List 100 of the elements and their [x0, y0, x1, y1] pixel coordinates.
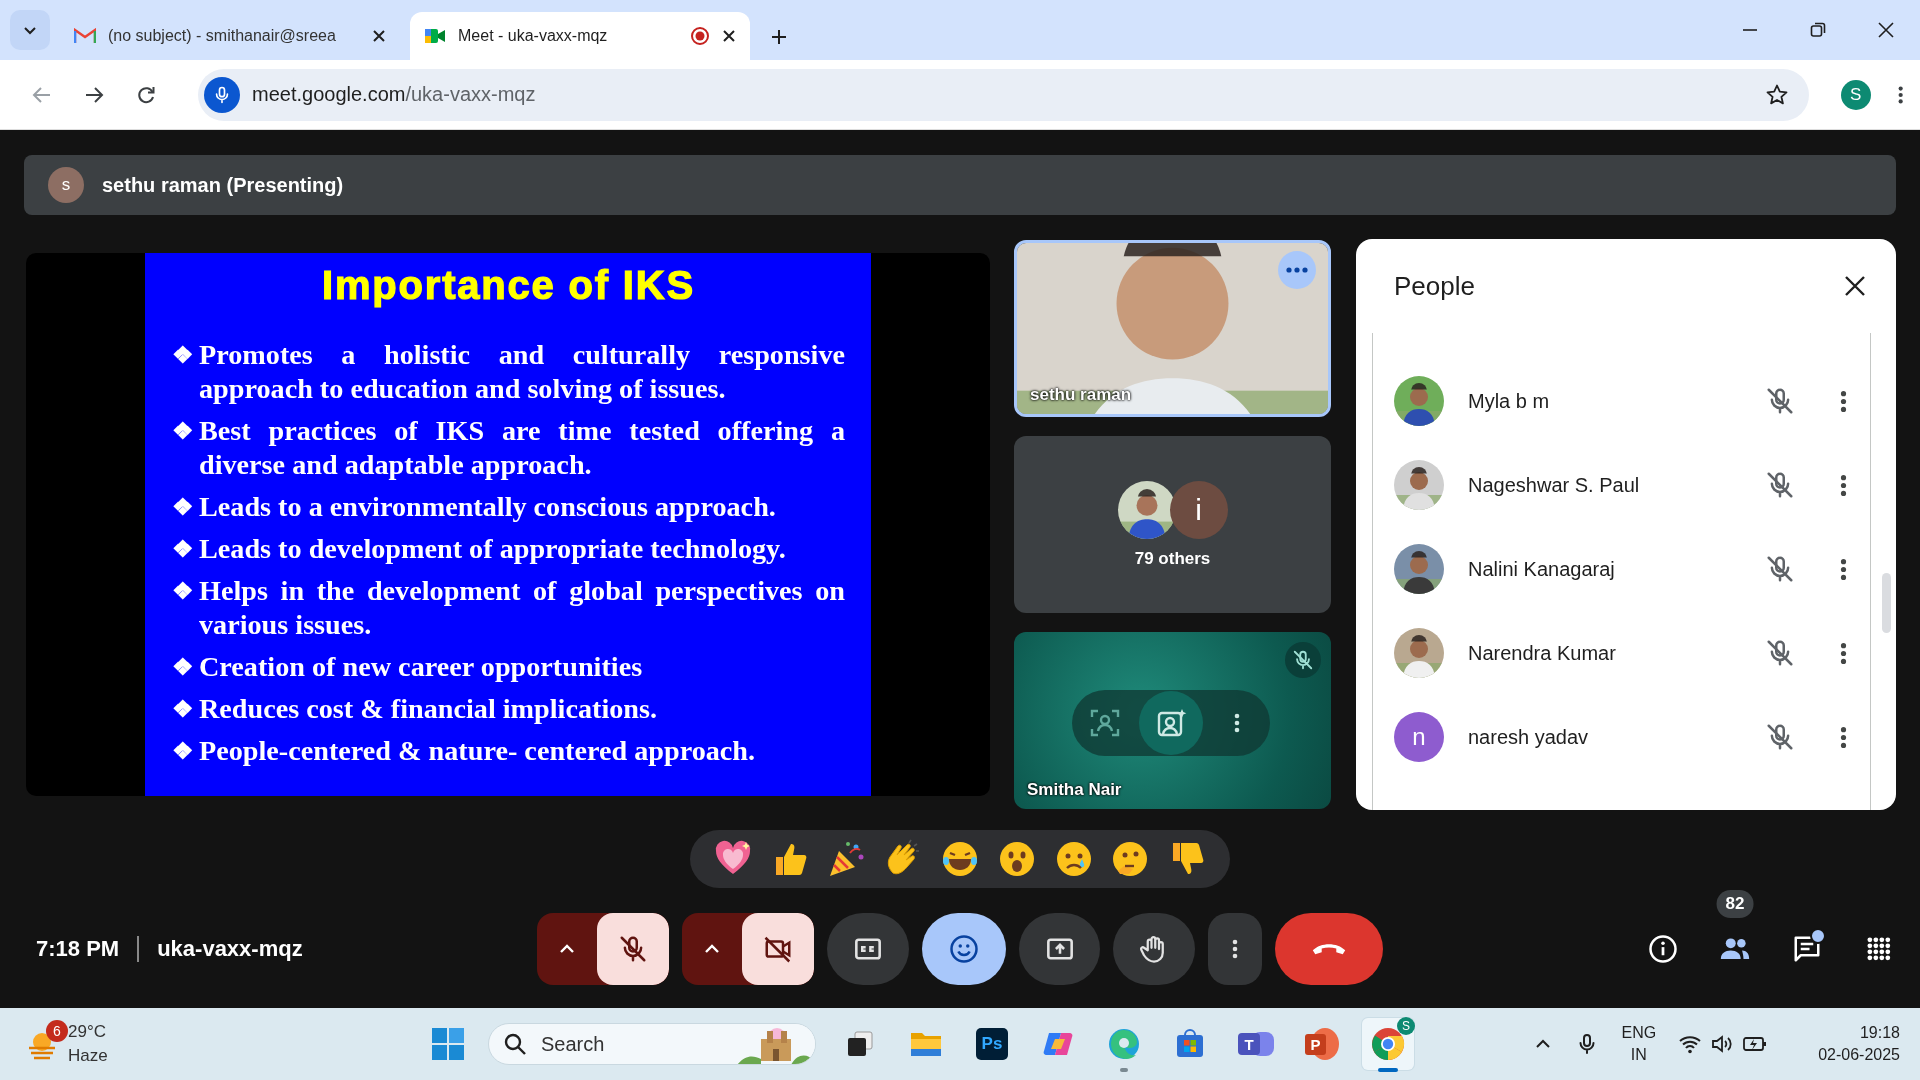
- search-field[interactable]: Search: [539, 1031, 693, 1057]
- temperature: 29°C: [68, 1021, 107, 1043]
- camera-button[interactable]: [742, 913, 814, 985]
- app-logo: Ps: [976, 1028, 1008, 1060]
- more-horizontal-icon: [1285, 266, 1309, 274]
- camera-off-icon: [763, 934, 793, 964]
- panel-title: People: [1394, 270, 1475, 302]
- avatar: n: [1394, 712, 1444, 762]
- slide-bullet: Leads to a environmentally conscious approach.: [199, 490, 777, 524]
- participant-count: 82: [1716, 890, 1754, 918]
- reaction-button[interactable]: [940, 839, 980, 879]
- weather-condition: Haze: [68, 1045, 108, 1067]
- bullet-marker: ❖: [172, 535, 195, 564]
- new-tab-button[interactable]: [770, 28, 788, 46]
- bullet-marker: ❖: [172, 493, 195, 522]
- stacked-windows-icon: [845, 1029, 875, 1059]
- participant-name: Smitha Nair: [1027, 780, 1122, 800]
- reload-icon: [136, 84, 156, 105]
- language-indicator[interactable]: ENG IN: [1621, 1022, 1657, 1066]
- search-icon: [503, 1032, 527, 1056]
- slide-bullet: Creation of new career opportunities: [199, 650, 644, 684]
- close-icon[interactable]: [722, 29, 736, 43]
- portrait-sparkle-icon: [1155, 707, 1187, 739]
- close-icon: [1878, 22, 1894, 38]
- close-icon[interactable]: [372, 29, 386, 43]
- notification-badge: 6: [46, 1020, 68, 1042]
- info-icon: [1648, 934, 1678, 964]
- bullet-marker: ❖: [172, 695, 195, 724]
- others-count: 79 others: [1134, 548, 1211, 569]
- network-button[interactable]: [1678, 1032, 1769, 1056]
- browser-tab[interactable]: (no subject) - smithanair@sreea: [60, 12, 400, 60]
- search-bar[interactable]: Search: [488, 1023, 816, 1065]
- mail-icon: [74, 28, 96, 44]
- participant-name: Myla b m: [1468, 389, 1551, 413]
- slide-bullet: Best practices of IKS are time tested offering a diverse and adaptable approach.: [199, 414, 845, 482]
- back-arrow-icon: [32, 84, 52, 105]
- bullet-marker: ❖: [172, 341, 195, 370]
- closed-captions-icon: [854, 935, 882, 963]
- star-icon: [1764, 82, 1789, 107]
- meeting-code: uka-vaxx-mqz: [157, 936, 303, 962]
- taskbar-app[interactable]: S: [1362, 1018, 1414, 1070]
- laughing-face-icon: [940, 839, 980, 879]
- participant-name: Narendra Kumar: [1468, 641, 1617, 665]
- microphone-control[interactable]: [537, 913, 669, 985]
- presenter-name: sethu raman (Presenting): [102, 173, 344, 197]
- more-icon: [1233, 711, 1241, 735]
- bullet-marker: ❖: [172, 417, 195, 446]
- avatar: i: [1169, 480, 1228, 539]
- participant-row[interactable]: n naresh yadav: [1373, 695, 1870, 779]
- clock[interactable]: 19:18 02-06-2025: [1818, 1022, 1900, 1066]
- smiley-icon: [949, 934, 979, 964]
- others-tile[interactable]: i 79 others: [1014, 436, 1331, 613]
- participant-name: Nageshwar S. Paul: [1468, 473, 1641, 497]
- more-icon: [1231, 937, 1239, 961]
- minimize-icon: [1742, 29, 1758, 31]
- participant-row[interactable]: Narendra Kumar: [1373, 611, 1870, 695]
- restore-icon: [1810, 22, 1826, 38]
- person-frame-icon: [1089, 707, 1121, 739]
- participant-name: naresh yadav: [1468, 725, 1590, 749]
- close-button[interactable]: [1844, 275, 1866, 297]
- participant-row[interactable]: Nageshwar S. Paul: [1373, 443, 1870, 527]
- taskbar-app[interactable]: Ps: [966, 1018, 1018, 1070]
- video-camera-icon: [424, 27, 446, 45]
- app-logo: P: [1305, 1028, 1339, 1060]
- browser-tab[interactable]: Meet - uka-vaxx-mqz: [410, 12, 750, 60]
- avatar: s: [48, 167, 84, 203]
- participant-row[interactable]: Nalini Kanagaraj: [1373, 527, 1870, 611]
- bullet-marker: ❖: [172, 737, 195, 766]
- plus-icon: [770, 28, 788, 46]
- bullet-marker: ❖: [172, 577, 195, 606]
- bookmark-button[interactable]: [1764, 82, 1789, 107]
- camera-control[interactable]: [682, 913, 814, 985]
- circle-logo-icon: [1371, 1027, 1405, 1061]
- present-screen-icon: [1045, 935, 1074, 963]
- url-text: meet.google.com/uka-vaxx-mqz: [252, 83, 536, 106]
- slide-title: Importance of IKS: [321, 263, 696, 308]
- profile-badge: S: [1397, 1017, 1415, 1035]
- apps-grid-icon: [1866, 936, 1892, 962]
- bullet-marker: ❖: [172, 653, 195, 682]
- participant-name: Nalini Kanagaraj: [1468, 557, 1616, 581]
- slide-bullet: People-centered & nature- centered approach.: [199, 734, 757, 768]
- taskbar-app[interactable]: T: [1230, 1018, 1282, 1070]
- microphone-button[interactable]: [597, 913, 669, 985]
- scrollbar[interactable]: [1882, 573, 1891, 633]
- slide-bullet: Promotes a holistic and culturally responsive approach to education and solving of issues.: [199, 338, 845, 406]
- address-bar[interactable]: meet.google.com/uka-vaxx-mqz: [198, 68, 1809, 121]
- hang-up-icon: [1312, 942, 1346, 956]
- mic-off-icon: [618, 934, 648, 964]
- windows-logo-icon: [431, 1027, 465, 1061]
- meeting-time: 7:18 PM: [36, 936, 120, 962]
- forward-arrow-icon: [84, 84, 104, 105]
- participant-row[interactable]: Myla b m: [1373, 359, 1870, 443]
- close-icon: [1844, 275, 1866, 297]
- slide-bullet: Helps in the development of global perspectives on various issues.: [199, 574, 845, 642]
- taskbar-app[interactable]: P: [1296, 1018, 1348, 1070]
- app-logo: T: [1238, 1028, 1274, 1060]
- chat-icon: [1792, 934, 1822, 964]
- slide-bullet: Reduces cost & financial implications.: [199, 692, 659, 726]
- wave-logo-icon: [1107, 1027, 1141, 1061]
- profile-avatar[interactable]: S: [1840, 79, 1871, 110]
